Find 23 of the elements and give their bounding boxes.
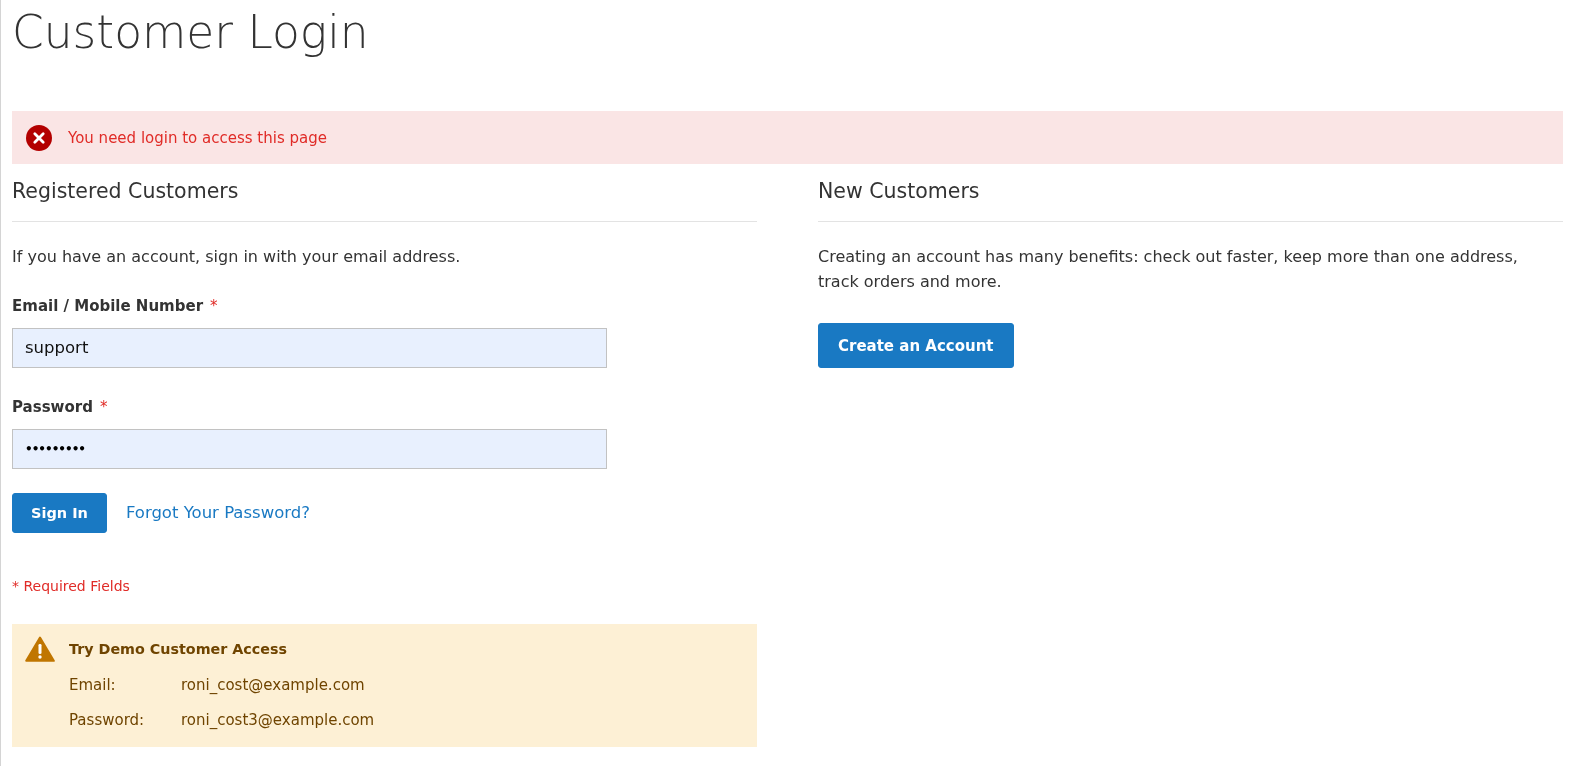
credential-value: roni_cost@example.com — [181, 675, 366, 696]
create-account-button[interactable]: Create an Account — [818, 323, 1014, 368]
required-fields-note: * Required Fields — [12, 578, 130, 594]
forgot-password-link[interactable]: Forgot Your Password? — [125, 503, 310, 523]
warning-icon — [25, 636, 55, 662]
intro-text: If you have an account, sign in with your email address. — [12, 247, 461, 266]
error-icon — [26, 124, 52, 151]
required-asterisk: * — [99, 397, 108, 418]
credential-value: roni_cost3@example.com — [181, 710, 375, 731]
section-heading: Registered Customers — [12, 178, 239, 204]
credential-label: Password: — [69, 710, 146, 731]
benefits-text: Creating an account has many benefits: check out faster, keep more than one address, track orders and more. — [818, 246, 1519, 293]
password-field[interactable]: ••••••••• — [12, 429, 607, 469]
credential-label: Email: — [69, 675, 117, 696]
required-asterisk: * — [210, 296, 218, 317]
field-label: Email / Mobile Number — [12, 296, 204, 317]
field-label: Password — [12, 397, 93, 418]
message-text: You need login to access this page — [68, 127, 327, 148]
email-field[interactable]: support — [12, 328, 607, 368]
page-title: Customer Login — [12, 7, 369, 59]
section-heading: New Customers — [818, 178, 980, 204]
notice-title: Try Demo Customer Access — [69, 641, 287, 657]
sign-in-button[interactable]: Sign In — [12, 493, 107, 533]
